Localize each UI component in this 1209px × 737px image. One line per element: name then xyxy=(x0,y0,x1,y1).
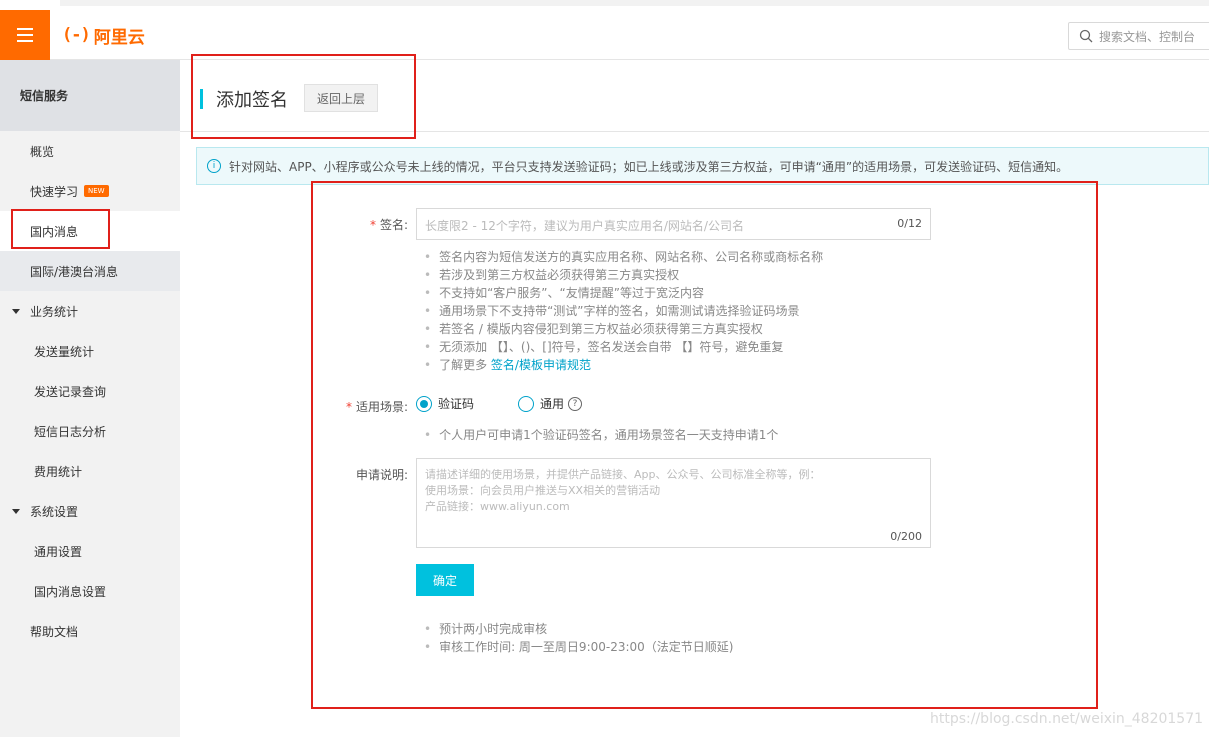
info-notice: i 针对网站、APP、小程序或公众号未上线的情况，平台只支持发送验证码；如已上线… xyxy=(196,147,1209,185)
sidebar-item-label: 系统设置 xyxy=(30,504,79,519)
sidebar-group-system-settings[interactable]: 系统设置 xyxy=(0,491,180,531)
search-placeholder: 搜索文档、控制台 xyxy=(1099,29,1196,44)
logo-text: 阿里云 xyxy=(93,27,145,48)
sidebar-item-label: 通用设置 xyxy=(34,544,83,559)
sidebar-item-label: 发送记录查询 xyxy=(34,384,107,399)
sidebar-item-log-analysis[interactable]: 短信日志分析 xyxy=(0,411,180,451)
sidebar-item-label: 短信日志分析 xyxy=(34,424,107,439)
caret-down-icon xyxy=(12,508,20,514)
sidebar-title: 短信服务 xyxy=(0,60,180,131)
sidebar-item-cost-stats[interactable]: 费用统计 xyxy=(0,451,180,491)
annotation-box-title xyxy=(191,54,416,139)
sidebar: 短信服务 概览 快速学习 NEW 国内消息 国际/港澳台消息 业务统计 发送量统计… xyxy=(0,60,180,737)
sidebar-item-general-settings[interactable]: 通用设置 xyxy=(0,531,180,571)
sidebar-item-label: 发送量统计 xyxy=(34,344,95,359)
info-icon: i xyxy=(207,159,221,173)
new-badge: NEW xyxy=(84,185,109,197)
annotation-box-sidebar xyxy=(11,209,110,249)
sidebar-item-send-records[interactable]: 发送记录查询 xyxy=(0,371,180,411)
sidebar-item-label: 业务统计 xyxy=(30,304,79,319)
sidebar-item-international-message[interactable]: 国际/港澳台消息 xyxy=(0,251,180,291)
sidebar-group-business-stats[interactable]: 业务统计 xyxy=(0,291,180,331)
sidebar-item-domestic-settings[interactable]: 国内消息设置 xyxy=(0,571,180,611)
sidebar-item-label: 费用统计 xyxy=(34,464,83,479)
notice-text: 针对网站、APP、小程序或公众号未上线的情况，平台只支持发送验证码；如已上线或涉… xyxy=(229,159,1069,174)
caret-down-icon xyxy=(12,308,20,314)
sidebar-item-label: 概览 xyxy=(30,144,55,159)
sidebar-item-help-docs[interactable]: 帮助文档 xyxy=(0,611,180,651)
browser-strip xyxy=(60,0,1209,6)
sidebar-item-label: 快速学习 xyxy=(30,184,79,199)
search-input[interactable]: 搜索文档、控制台 xyxy=(1068,22,1209,50)
annotation-box-form xyxy=(311,181,1098,709)
search-icon xyxy=(1079,29,1093,43)
hamburger-menu-icon[interactable] xyxy=(0,10,50,60)
sidebar-item-label: 国际/港澳台消息 xyxy=(30,264,119,279)
sidebar-item-overview[interactable]: 概览 xyxy=(0,131,180,171)
aliyun-logo[interactable]: (-) 阿里云 xyxy=(62,24,145,48)
top-navbar: (-) 阿里云 搜索文档、控制台 xyxy=(0,0,1209,60)
sidebar-item-quick-learn[interactable]: 快速学习 NEW xyxy=(0,171,180,211)
sidebar-item-label: 帮助文档 xyxy=(30,624,79,639)
sidebar-item-label: 国内消息设置 xyxy=(34,584,107,599)
sidebar-item-send-volume[interactable]: 发送量统计 xyxy=(0,331,180,371)
logo-mark: (-) xyxy=(62,25,91,45)
watermark: https://blog.csdn.net/weixin_48201571 xyxy=(930,711,1204,727)
